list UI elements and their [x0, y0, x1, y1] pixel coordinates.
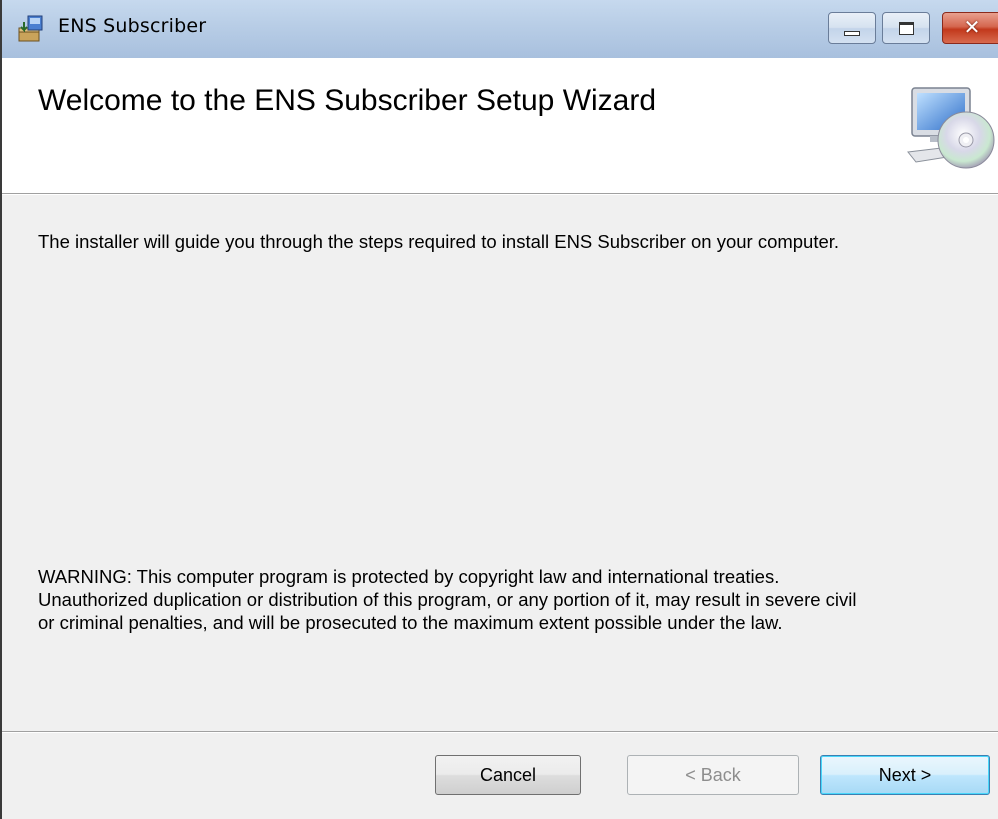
copyright-warning: WARNING: This computer program is protec… [38, 565, 988, 634]
setup-wizard-window: ENS Subscriber ✕ Welcome to the ENS Subs… [0, 0, 998, 819]
back-button[interactable]: < Back [627, 755, 799, 795]
window-title: ENS Subscriber [58, 15, 207, 37]
installer-icon [18, 15, 43, 42]
close-button[interactable]: ✕ [942, 12, 998, 44]
minimize-button[interactable] [828, 12, 876, 44]
next-button[interactable]: Next > [820, 755, 990, 795]
wizard-banner: Welcome to the ENS Subscriber Setup Wiza… [2, 58, 998, 194]
footer-divider [2, 731, 998, 733]
computer-cd-icon [907, 87, 995, 169]
page-title: Welcome to the ENS Subscriber Setup Wiza… [38, 84, 657, 117]
warning-line: WARNING: This computer program is protec… [38, 566, 780, 587]
close-icon: ✕ [963, 15, 981, 39]
minimize-icon [844, 31, 860, 36]
intro-text: The installer will guide you through the… [38, 231, 840, 252]
maximize-button[interactable] [882, 12, 930, 44]
warning-line: or criminal penalties, and will be prose… [38, 612, 783, 633]
maximize-icon [899, 22, 914, 35]
title-bar[interactable]: ENS Subscriber ✕ [2, 0, 998, 58]
cancel-button[interactable]: Cancel [435, 755, 581, 795]
warning-line: Unauthorized duplication or distribution… [38, 589, 857, 610]
